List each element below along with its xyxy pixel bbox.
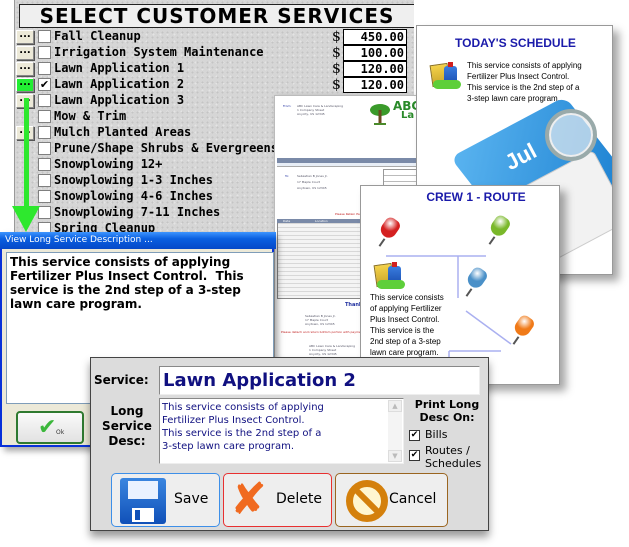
service-name: Snowplowing 12+ [54,157,163,171]
route-pin-green-icon [487,213,513,245]
bill-remit-to-3: Anycity, US 12345 [309,352,337,356]
bills-checkbox[interactable]: ✔ [409,430,420,441]
service-edit-dialog: Service: Lawn Application 2 Long Service… [90,357,489,531]
service-checkbox[interactable] [38,126,51,139]
service-row: ... Irrigation System Maintenance $100.00 [15,45,414,61]
currency-symbol: $ [332,29,341,45]
print-long-desc-title: Print Long Desc On: [414,398,480,424]
bill-to-label: To: [285,174,290,178]
long-desc-value: This service consists of applying Fertil… [162,402,324,452]
service-name: Snowplowing 1-3 Inches [54,173,213,187]
cancel-label: Cancel [389,491,437,507]
service-name: Lawn Application 1 [54,61,185,75]
ok-button[interactable]: ✔ Ok [16,411,84,444]
service-checkbox[interactable] [38,94,51,107]
green-arrow-line [24,98,29,208]
crew-route-preview: CREW 1 - ROUTE This service consists of … [360,185,560,385]
service-checkbox[interactable] [38,142,51,155]
bill-from-label: From: [283,104,292,108]
service-price-input[interactable]: 100.00 [343,45,407,61]
service-name: Lawn Application 2 [54,77,185,91]
schedule-service-text: This service consists of applying Fertil… [467,61,582,103]
route-pin-red-icon [377,215,403,247]
service-name: Snowplowing 7-11 Inches [54,205,221,219]
long-desc-button[interactable]: ... [16,62,34,76]
service-price-input[interactable]: 450.00 [343,29,407,45]
long-desc-button[interactable]: ... [16,30,34,44]
service-checkbox[interactable] [38,158,51,171]
route-pin-blue-icon [464,265,490,297]
currency-symbol: $ [332,45,341,61]
route-service-text: This service consists of applying Fertil… [370,293,444,357]
bill-remit-from-3: Anytown, US 12345 [305,322,335,326]
bills-label: Bills [425,428,448,441]
bill-from-line-3: Anycity, US 12345 [297,112,325,116]
currency-symbol: $ [332,61,341,77]
service-name: Mow & Trim [54,109,127,123]
service-row: ... Fall Cleanup $450.00 [15,29,414,45]
service-checkbox[interactable] [38,62,51,75]
routes-schedules-checkbox[interactable]: ✔ [409,450,420,461]
service-checkbox[interactable] [38,46,51,59]
bill-logo-text-2: La [401,110,415,121]
fertilizer-product-icon [429,60,463,90]
fertilizer-product-icon [373,260,407,290]
cancel-button[interactable]: Cancel [335,473,448,527]
desc-scrollbar[interactable]: ▲ ▼ [388,400,402,462]
magnifier-icon [545,109,597,161]
bill-table-header-location: Location [315,219,328,223]
service-label: Service: [94,373,149,387]
ok-label: Ok [56,429,65,436]
service-name: Mulch Planted Areas [54,125,192,139]
bill-to-line-3: Anytown, US 12345 [297,186,327,190]
save-label: Save [174,491,209,507]
service-checkbox[interactable] [38,110,51,123]
service-checkbox[interactable]: ✔ [38,78,51,91]
schedule-title: TODAY'S SCHEDULE [455,36,576,50]
routes-schedules-label: Routes / Schedules [425,444,482,470]
service-name: Lawn Application 3 [54,93,185,107]
long-desc-textarea[interactable]: This service consists of applying Fertil… [159,398,404,464]
route-title: CREW 1 - ROUTE [426,190,526,204]
scroll-down-icon[interactable]: ▼ [388,450,402,462]
delete-label: Delete [276,491,322,507]
service-name: Prune/Shape Shrubs & Evergreens [54,141,278,155]
long-desc-button[interactable]: ... [16,78,34,92]
delete-x-icon: ✘ [230,474,267,525]
cancel-prohibited-icon [346,480,388,522]
window-titlebar[interactable]: View Long Service Description ... [0,232,276,249]
service-name: Irrigation System Maintenance [54,45,264,59]
long-desc-label: Long Service Desc: [102,404,152,448]
currency-symbol: $ [332,77,341,93]
service-row: ... ✔ Lawn Application 2 $120.00 [15,77,414,93]
checkmark-icon: ✔ [38,415,57,440]
services-panel-title: SELECT CUSTOMER SERVICES [19,4,414,28]
green-arrow-head-icon [12,206,40,232]
bill-to-line-2: 17 Maple Court [297,180,320,184]
service-price-input[interactable]: 120.00 [343,77,407,93]
bill-table-header-date: Date [283,219,291,223]
bill-to-line-1: Sebastian B Jones Jr. [297,174,328,178]
scroll-up-icon[interactable]: ▲ [388,400,402,412]
service-checkbox[interactable] [38,30,51,43]
floppy-disk-icon [120,478,166,524]
service-checkbox[interactable] [38,190,51,203]
service-name-input[interactable]: Lawn Application 2 [159,366,480,395]
service-row: ... Lawn Application 1 $120.00 [15,61,414,77]
service-name: Fall Cleanup [54,29,141,43]
service-checkbox[interactable] [38,174,51,187]
service-price-input[interactable]: 120.00 [343,61,407,77]
bill-header-values [277,163,423,167]
delete-button[interactable]: ✘ Delete [223,473,332,527]
route-pin-orange-icon [511,313,537,345]
service-name: Snowplowing 4-6 Inches [54,189,213,203]
save-button[interactable]: Save [111,473,220,527]
tree-logo-icon [370,104,390,125]
long-desc-button[interactable]: ... [16,46,34,60]
